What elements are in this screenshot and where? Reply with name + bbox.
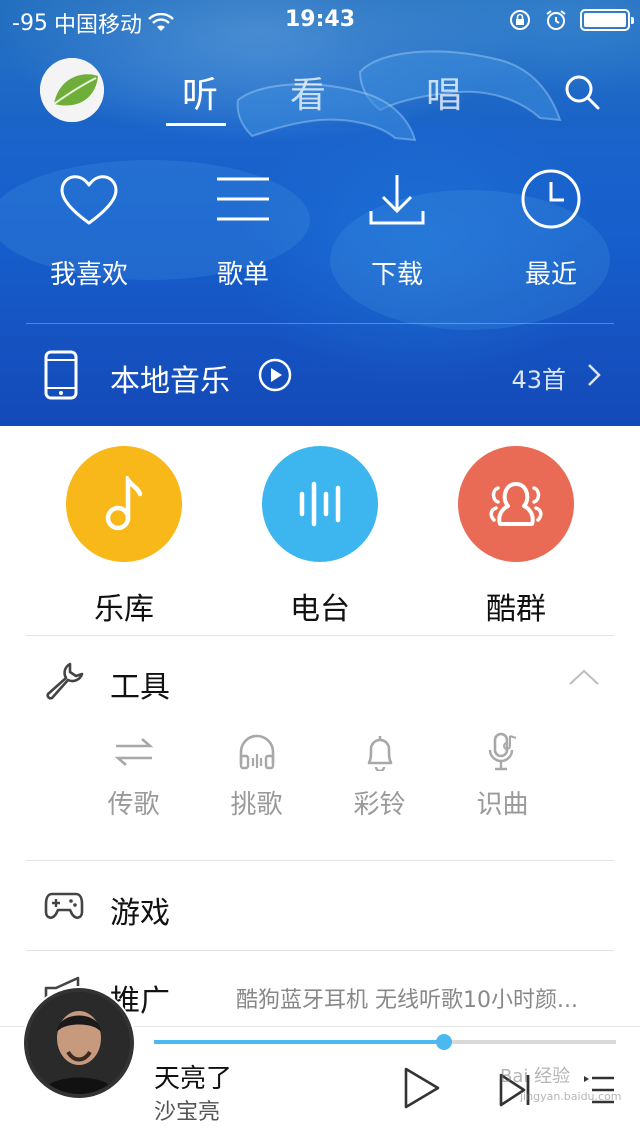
tool-identify-song[interactable]: 识曲 — [441, 730, 564, 821]
category-label: 乐库 — [94, 592, 154, 627]
main-tabs: 听 看 唱 — [160, 66, 512, 126]
list-icon — [217, 177, 269, 221]
category-radio[interactable]: 电台 — [222, 446, 418, 628]
promo-description[interactable]: 酷狗蓝牙耳机 无线听歌10小时颜... — [236, 982, 578, 1014]
category-circle — [66, 446, 182, 562]
quick-action-favorites[interactable]: 我喜欢 — [12, 166, 166, 291]
rotation-lock-icon — [510, 10, 530, 30]
group-icon — [489, 482, 543, 526]
tools-grid: 传歌 挑歌 彩铃 识曲 — [72, 730, 564, 821]
quick-actions: 我喜欢 歌单 下载 最近 — [12, 166, 628, 291]
playback-progress[interactable] — [154, 1034, 616, 1050]
category-label: 酷群 — [486, 592, 546, 627]
category-library[interactable]: 乐库 — [26, 446, 222, 628]
local-music-count: 43首 — [511, 366, 566, 394]
tool-ringtone[interactable]: 彩铃 — [318, 730, 441, 821]
heart-icon — [60, 175, 118, 225]
local-music-row[interactable]: 本地音乐 43首 — [0, 324, 640, 426]
tab-sing[interactable]: 唱 — [376, 66, 512, 126]
quick-action-label: 歌单 — [216, 260, 269, 290]
progress-knob[interactable] — [435, 1034, 452, 1050]
tool-pick-songs[interactable]: 挑歌 — [195, 730, 318, 821]
battery-icon — [580, 9, 634, 31]
clock-icon — [521, 169, 581, 229]
bell-icon — [367, 736, 392, 771]
chevron-up-icon[interactable] — [568, 668, 600, 686]
mic-music-icon — [488, 732, 516, 771]
category-label: 电台 — [290, 592, 350, 627]
quick-action-downloads[interactable]: 下载 — [320, 166, 474, 291]
tool-label: 彩铃 — [353, 790, 406, 820]
tool-label: 挑歌 — [230, 790, 283, 820]
radio-wave-icon — [299, 481, 341, 527]
leaf-logo-icon — [40, 58, 104, 122]
song-title: 天亮了 — [154, 1064, 233, 1094]
search-icon[interactable] — [562, 72, 602, 112]
tools-section-header[interactable]: 工具 — [0, 660, 640, 705]
watermark-url: jingyan.baidu.com — [520, 1090, 622, 1103]
status-bar: -95 中国移动 19:43 — [0, 0, 640, 40]
headphones-icon — [239, 734, 274, 770]
quick-action-label: 最近 — [524, 260, 577, 290]
play-icon[interactable] — [402, 1066, 442, 1110]
tool-label: 传歌 — [107, 790, 160, 820]
tools-title: 工具 — [110, 670, 170, 705]
music-note-icon — [105, 476, 143, 531]
quick-action-playlists[interactable]: 歌单 — [166, 166, 320, 291]
category-circle — [458, 446, 574, 562]
games-row[interactable]: 游戏 — [0, 884, 640, 931]
tab-listen[interactable]: 听 — [160, 66, 240, 126]
divider — [26, 950, 614, 951]
tool-label: 识曲 — [476, 790, 529, 820]
watermark-logo: Bai 经验 — [500, 1066, 571, 1087]
quick-action-label: 下载 — [370, 260, 423, 290]
progress-fill — [154, 1040, 444, 1044]
artist-portrait — [28, 992, 130, 1094]
category-groups[interactable]: 酷群 — [418, 446, 614, 628]
games-title: 游戏 — [110, 896, 170, 931]
wrench-icon — [46, 662, 84, 700]
user-avatar-button[interactable] — [40, 58, 104, 122]
play-all-icon[interactable] — [258, 358, 292, 392]
download-icon — [369, 175, 425, 225]
artist-name: 沙宝亮 — [154, 1100, 221, 1125]
album-cover[interactable] — [24, 988, 134, 1098]
gamepad-icon — [44, 892, 84, 919]
quick-action-recent[interactable]: 最近 — [474, 166, 628, 291]
divider — [26, 860, 614, 861]
transfer-icon — [114, 738, 153, 766]
quick-action-label: 我喜欢 — [49, 260, 128, 290]
category-circle — [262, 446, 378, 562]
divider — [26, 635, 614, 636]
local-music-title: 本地音乐 — [110, 364, 230, 399]
tool-transfer-songs[interactable]: 传歌 — [72, 730, 195, 821]
phone-icon — [44, 350, 78, 400]
chevron-right-icon — [588, 364, 601, 386]
category-buttons: 乐库 电台 酷群 — [26, 446, 614, 628]
tab-watch[interactable]: 看 — [240, 66, 376, 126]
alarm-icon — [546, 10, 566, 30]
